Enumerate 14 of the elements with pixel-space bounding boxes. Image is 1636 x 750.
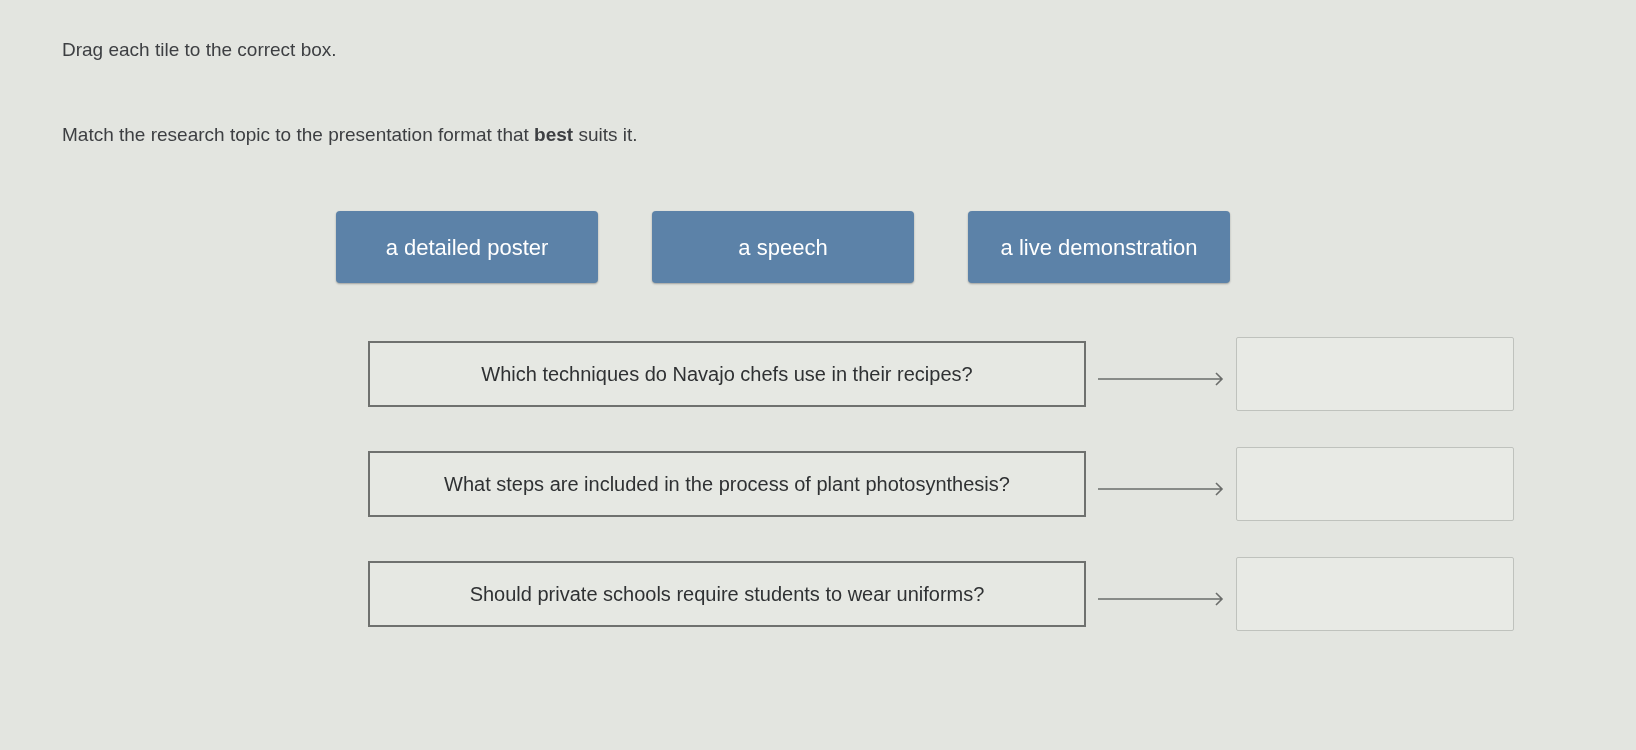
arrow-icon xyxy=(1098,482,1224,496)
drop-box[interactable] xyxy=(1236,337,1514,411)
answer-tile[interactable]: a live demonstration xyxy=(968,211,1230,283)
arrow-icon xyxy=(1098,372,1224,386)
answer-tile[interactable]: a detailed poster xyxy=(336,211,598,283)
drop-box[interactable] xyxy=(1236,447,1514,521)
question-card: What steps are included in the process of plant photosynthesis? xyxy=(368,451,1086,517)
drop-box[interactable] xyxy=(1236,557,1514,631)
question-card: Which techniques do Navajo chefs use in their recipes? xyxy=(368,341,1086,407)
arrow-icon xyxy=(1098,592,1224,606)
question-prompt: Match the research topic to the presentation format that best suits it. xyxy=(62,122,638,147)
answer-tile[interactable]: a speech xyxy=(652,211,914,283)
instruction-text: Drag each tile to the correct box. xyxy=(62,38,337,62)
question-card: Should private schools require students to wear uniforms? xyxy=(368,561,1086,627)
